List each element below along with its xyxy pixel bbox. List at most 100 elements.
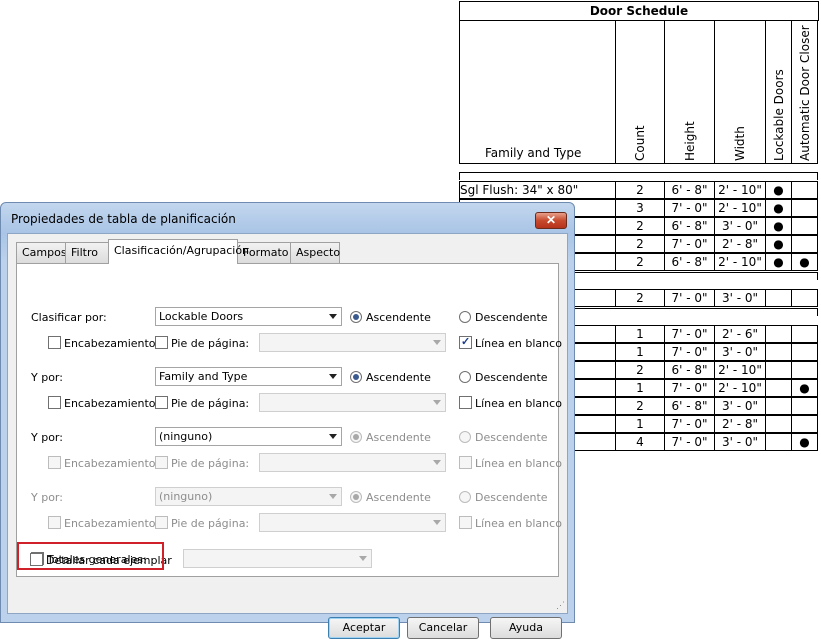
blank-line-label: Línea en blanco	[475, 337, 562, 350]
table-cell-height: 7' - 0"	[664, 325, 715, 343]
ascending-radio[interactable]	[350, 431, 362, 443]
tab-appearance[interactable]: Aspecto	[290, 242, 340, 263]
descending-radio[interactable]	[459, 311, 471, 323]
blank-line-label: Línea en blanco	[475, 397, 562, 410]
header-checkbox[interactable]	[48, 336, 61, 349]
table-cell-height: 7' - 0"	[664, 415, 715, 433]
table-cell-count: 2	[615, 397, 665, 415]
ascending-radio[interactable]	[350, 311, 362, 323]
close-button[interactable]: ✕	[535, 212, 567, 229]
grand-totals-combo[interactable]	[183, 549, 372, 568]
tab-fields[interactable]: Campos	[16, 242, 67, 263]
column-header-height: Height	[664, 20, 715, 164]
table-cell-count: 2	[615, 181, 665, 199]
table-cell-closer	[791, 397, 818, 415]
descending-radio[interactable]	[459, 431, 471, 443]
footer-combo[interactable]	[259, 513, 446, 532]
close-icon[interactable]: ✕	[546, 213, 556, 227]
column-header-width: Width	[714, 20, 766, 164]
ascending-radio[interactable]	[350, 371, 362, 383]
header-label: Encabezamiento	[64, 337, 156, 350]
blank-line-checkbox[interactable]	[459, 335, 472, 349]
table-cell-count: 2	[615, 253, 665, 271]
blank-line-checkbox[interactable]	[459, 456, 472, 469]
table-cell-width: 2' - 10"	[714, 199, 766, 217]
table-cell-width: 2' - 10"	[714, 181, 766, 199]
then-by-combo[interactable]: Family and Type	[155, 367, 342, 386]
blank-line-label: Línea en blanco	[475, 457, 562, 470]
table-cell-count: 1	[615, 325, 665, 343]
table-cell-count: 1	[615, 343, 665, 361]
header-label: Encabezamiento	[64, 397, 156, 410]
header-checkbox[interactable]	[48, 456, 61, 469]
descending-label: Descendente	[475, 371, 548, 384]
table-cell-type: Sgl Flush: 34" x 80"	[459, 181, 616, 199]
footer-checkbox[interactable]	[155, 336, 168, 349]
table-cell-width: 2' - 10"	[714, 379, 766, 397]
blank-line-checkbox[interactable]	[459, 516, 472, 529]
table-cell-closer	[791, 181, 818, 199]
help-button[interactable]: Ayuda	[490, 617, 562, 639]
column-header-count: Count	[615, 20, 665, 164]
resize-grip-icon[interactable]: ⋰	[556, 600, 565, 611]
ascending-label: Ascendente	[366, 431, 431, 444]
header-checkbox[interactable]	[48, 516, 61, 529]
header-label: Encabezamiento	[64, 457, 156, 470]
tab-filter[interactable]: Filtro	[65, 242, 109, 263]
footer-combo[interactable]	[259, 453, 446, 472]
footer-checkbox[interactable]	[155, 396, 168, 409]
table-cell-width: 3' - 0"	[714, 289, 766, 307]
footer-combo[interactable]	[259, 393, 446, 412]
table-cell-closer: ●	[791, 379, 818, 397]
table-cell-lock	[765, 325, 792, 343]
table-cell-lock	[765, 289, 792, 307]
sort-by-combo[interactable]: Lockable Doors	[155, 307, 342, 326]
combo-value: Family and Type	[159, 370, 248, 383]
combo-value: (ninguno)	[159, 490, 213, 503]
table-cell-closer	[791, 199, 818, 217]
table-cell-lock: ●	[765, 217, 792, 235]
table-cell-lock: ●	[765, 181, 792, 199]
footer-checkbox[interactable]	[155, 516, 168, 529]
footer-label: Pie de página:	[171, 457, 250, 470]
table-cell-height: 6' - 8"	[664, 397, 715, 415]
then-by-combo[interactable]: (ninguno)	[155, 427, 342, 446]
itemize-highlight-box	[17, 542, 164, 570]
ascending-radio[interactable]	[350, 491, 362, 503]
table-cell-count: 2	[615, 289, 665, 307]
column-header-family-type: Family and Type	[459, 20, 616, 164]
tab-sorting-grouping[interactable]: Clasificación/Agrupación	[108, 239, 249, 264]
table-cell-width: 2' - 10"	[714, 253, 766, 271]
ok-button[interactable]: Aceptar	[328, 617, 400, 639]
table-cell-height: 7' - 0"	[664, 289, 715, 307]
table-cell-width: 3' - 0"	[714, 343, 766, 361]
blank-line-checkbox[interactable]	[459, 396, 472, 409]
header-label: Encabezamiento	[64, 517, 156, 530]
descending-radio[interactable]	[459, 491, 471, 503]
header-checkbox[interactable]	[48, 396, 61, 409]
table-cell-height: 7' - 0"	[664, 199, 715, 217]
footer-label: Pie de página:	[171, 337, 250, 350]
ascending-label: Ascendente	[366, 491, 431, 504]
ascending-label: Ascendente	[366, 371, 431, 384]
cancel-button[interactable]: Cancelar	[407, 617, 479, 639]
table-cell-lock	[765, 397, 792, 415]
sort-by-label: Clasificar por:	[31, 311, 107, 324]
then-by-combo[interactable]: (ninguno)	[155, 487, 342, 506]
table-cell-closer	[791, 415, 818, 433]
descending-label: Descendente	[475, 431, 548, 444]
table-cell-count: 1	[615, 379, 665, 397]
table-cell-height: 7' - 0"	[664, 379, 715, 397]
table-cell-count: 2	[615, 217, 665, 235]
descending-radio[interactable]	[459, 371, 471, 383]
footer-checkbox[interactable]	[155, 456, 168, 469]
table-cell-lock	[765, 361, 792, 379]
column-header-label: Height	[682, 121, 697, 161]
then-by-label: Y por:	[31, 431, 63, 444]
footer-combo[interactable]	[259, 333, 446, 352]
table-cell-count: 2	[615, 361, 665, 379]
table-cell-closer	[791, 289, 818, 307]
table-cell-closer: ●	[791, 253, 818, 271]
chevron-down-icon	[329, 374, 337, 379]
table-cell-width: 2' - 8"	[714, 235, 766, 253]
